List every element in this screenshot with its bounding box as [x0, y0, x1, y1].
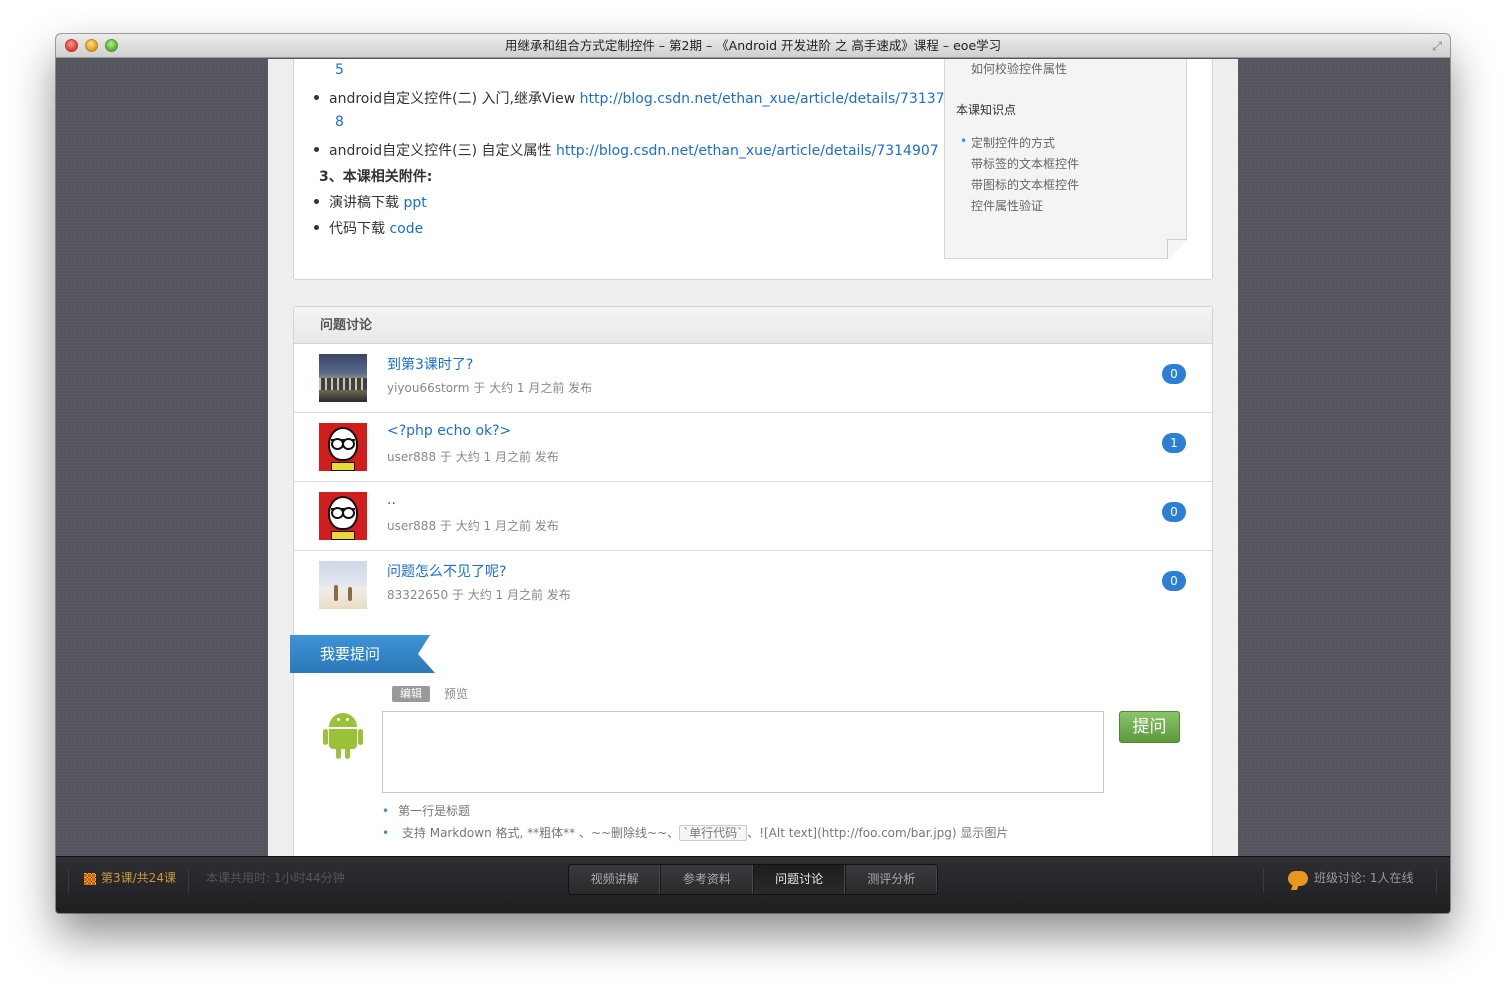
question-title[interactable]: 问题怎么不见了呢?	[387, 561, 506, 581]
submit-question-button[interactable]: 提问	[1119, 711, 1180, 743]
app-window: 用继承和组合方式定制控件 – 第2期 – 《Android 开发进阶 之 高手速…	[56, 34, 1450, 913]
list-item: android自定义控件(二) 入门,继承View http://blog.cs…	[314, 88, 953, 108]
avatar[interactable]	[319, 561, 367, 609]
ask-question-area: 我要提问 编辑 预览 提问 第一行是标题 支持 Markdown 格式, **粗…	[290, 619, 1212, 856]
article-link[interactable]: http://blog.csdn.net/ethan_xue/article/d…	[556, 143, 939, 159]
list-item: 代码下载 code	[314, 218, 423, 238]
toc-item[interactable]: 如何校验控件属性	[971, 60, 1067, 77]
bullet-icon	[314, 224, 319, 230]
link-continuation[interactable]: 8	[335, 114, 344, 130]
fullscreen-icon[interactable]: ⤢	[1430, 39, 1444, 53]
page-background: 5 android自定义控件(二) 入门,继承View http://blog.…	[56, 59, 1450, 856]
question-meta: yiyou66storm 于 大约 1 月之前 发布	[387, 381, 593, 395]
code-pill: `单行代码`	[679, 825, 748, 841]
tab-video[interactable]: 视频讲解	[569, 865, 662, 894]
discussion-card: 问题讨论 到第3课时了? yiyou66storm 于 大约 1 月之前 发布 …	[290, 306, 1213, 856]
question-row[interactable]: 问题怎么不见了呢? 83322650 于 大约 1 月之前 发布 0	[294, 551, 1212, 620]
hint-markdown: 支持 Markdown 格式, **粗体** 、~~删除线~~、`单行代码`、!…	[382, 824, 1008, 841]
tab-references[interactable]: 参考资料	[661, 865, 754, 894]
preview-tab[interactable]: 预览	[444, 686, 468, 702]
question-meta: user888 于 大约 1 月之前 发布	[387, 519, 559, 533]
question-row[interactable]: <?php echo ok?> user888 于 大约 1 月之前 发布 1	[294, 413, 1212, 482]
lesson-content-card: 5 android自定义控件(二) 入门,继承View http://blog.…	[293, 59, 1213, 280]
reply-count-badge: 1	[1162, 433, 1186, 453]
divider	[188, 868, 189, 892]
avatar[interactable]	[319, 423, 367, 471]
code-download-link[interactable]: code	[389, 221, 423, 237]
course-page: 5 android自定义控件(二) 入门,继承View http://blog.…	[268, 59, 1238, 856]
grid-icon[interactable]	[84, 873, 96, 885]
list-item: android自定义控件(三) 自定义属性 http://blog.csdn.n…	[314, 140, 939, 160]
edit-tab[interactable]: 编辑	[392, 686, 430, 702]
discussion-header: 问题讨论	[294, 307, 1212, 344]
window-title: 用继承和组合方式定制控件 – 第2期 – 《Android 开发进阶 之 高手速…	[504, 38, 1002, 53]
question-meta: 83322650 于 大约 1 月之前 发布	[387, 588, 571, 602]
android-avatar-icon	[323, 713, 363, 759]
bottom-toolbar: 第3课/共24课 本课共用时: 1小时44分钟 视频讲解 参考资料 问题讨论 测…	[56, 856, 1450, 913]
ask-question-ribbon: 我要提问	[290, 635, 435, 673]
toc-item-active[interactable]: 定制控件的方式	[960, 134, 1055, 151]
question-title[interactable]: 到第3课时了?	[387, 354, 473, 374]
chat-bubble-icon[interactable]	[1288, 871, 1308, 886]
question-title[interactable]: ..	[387, 492, 396, 508]
reply-count-badge: 0	[1162, 502, 1186, 522]
hint-title: 第一行是标题	[382, 802, 470, 819]
link-continuation[interactable]: 5	[335, 62, 344, 78]
zoom-window-button[interactable]	[105, 39, 118, 52]
article-link[interactable]: http://blog.csdn.net/ethan_xue/article/d…	[580, 91, 954, 107]
bullet-icon	[314, 94, 319, 100]
divider	[1436, 868, 1437, 892]
question-meta: user888 于 大约 1 月之前 发布	[387, 450, 559, 464]
question-row[interactable]: .. user888 于 大约 1 月之前 发布 0	[294, 482, 1212, 551]
title-bar: 用继承和组合方式定制控件 – 第2期 – 《Android 开发进阶 之 高手速…	[56, 34, 1450, 58]
toc-item[interactable]: 带标签的文本框控件	[971, 155, 1079, 172]
bullet-icon	[314, 146, 319, 152]
close-window-button[interactable]	[65, 39, 78, 52]
toc-title: 本课知识点	[956, 103, 1017, 117]
bullet-icon	[314, 198, 319, 204]
lesson-counter[interactable]: 第3课/共24课	[101, 870, 176, 886]
lesson-time: 本课共用时: 1小时44分钟	[206, 871, 345, 885]
page-fold-corner	[1167, 239, 1187, 259]
toc-item[interactable]: 控件属性验证	[971, 197, 1043, 214]
reply-count-badge: 0	[1162, 364, 1186, 384]
minimize-window-button[interactable]	[85, 39, 98, 52]
question-input[interactable]	[382, 711, 1104, 793]
divider	[1263, 868, 1264, 892]
class-chat-status[interactable]: 班级讨论: 1人在线	[1314, 870, 1414, 886]
section-heading: 3、本课相关附件:	[319, 169, 433, 185]
question-title[interactable]: <?php echo ok?>	[387, 423, 511, 439]
avatar[interactable]	[319, 354, 367, 402]
question-row[interactable]: 到第3课时了? yiyou66storm 于 大约 1 月之前 发布 0	[294, 344, 1212, 413]
avatar[interactable]	[319, 492, 367, 540]
knowledge-points-panel: 如何校验控件属性 本课知识点 定制控件的方式 带标签的文本框控件 带图标的文本框…	[944, 59, 1187, 259]
divider	[68, 868, 69, 892]
section-tabs: 视频讲解 参考资料 问题讨论 测评分析	[568, 864, 938, 895]
ppt-download-link[interactable]: ppt	[403, 195, 426, 211]
tab-discussion[interactable]: 问题讨论	[753, 865, 846, 894]
tab-evaluation[interactable]: 测评分析	[846, 865, 937, 894]
reply-count-badge: 0	[1162, 571, 1186, 591]
toc-item[interactable]: 带图标的文本框控件	[971, 176, 1079, 193]
list-item: 演讲稿下载 ppt	[314, 192, 427, 212]
